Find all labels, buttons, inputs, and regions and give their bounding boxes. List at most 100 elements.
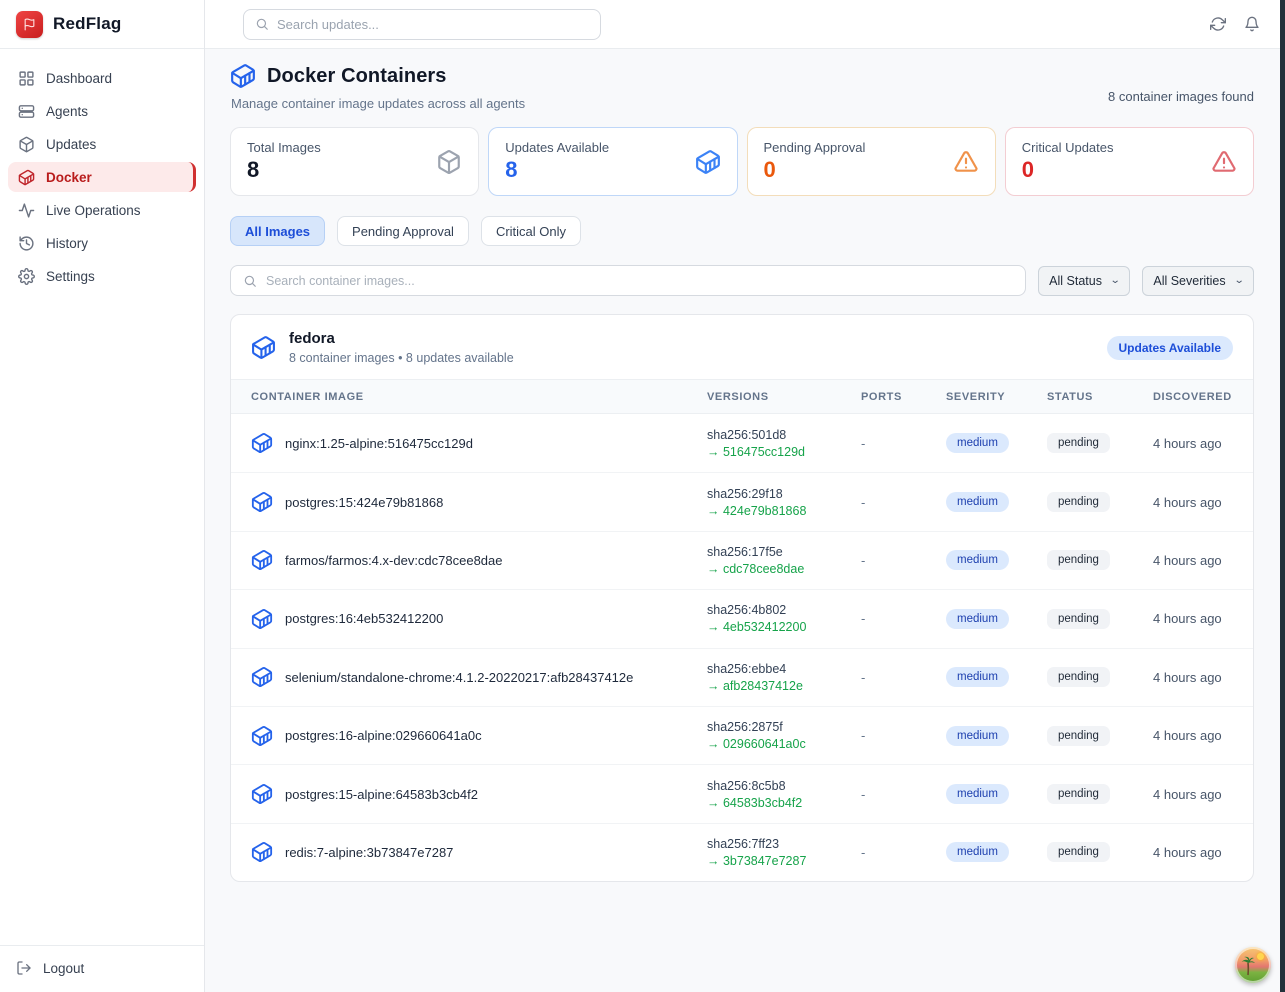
palm-tree-icon [1240, 954, 1258, 976]
container-icon [251, 335, 276, 360]
version-current: sha256:17f5e [707, 545, 861, 559]
filter-tabs: All Images Pending Approval Critical Only [230, 216, 1254, 246]
version-target: → 029660641a0c [707, 737, 861, 751]
version-target: → 516475cc129d [707, 445, 861, 459]
container-icon [251, 841, 273, 863]
version-target: → afb28437412e [707, 679, 861, 693]
logout-icon [16, 960, 32, 976]
container-image-name: postgres:16-alpine:029660641a0c [285, 728, 482, 743]
table-row[interactable]: postgres:15-alpine:64583b3cb4f2 sha256:8… [231, 764, 1253, 822]
refresh-button[interactable] [1210, 16, 1226, 32]
logout-button[interactable]: Logout [16, 960, 188, 976]
table-row[interactable]: postgres:16-alpine:029660641a0c sha256:2… [231, 706, 1253, 764]
status-filter-label: All Status [1049, 274, 1102, 288]
discovered-value: 4 hours ago [1153, 553, 1233, 568]
column-header-discovered: DISCOVERED [1153, 391, 1233, 403]
brand: RedFlag [0, 0, 204, 49]
severity-filter-select[interactable]: All Severities ⌄ [1142, 266, 1254, 296]
image-group-card: fedora 8 container images • 8 updates av… [230, 314, 1254, 882]
notifications-button[interactable] [1244, 16, 1260, 32]
filter-tab-pending-approval[interactable]: Pending Approval [337, 216, 469, 246]
page-title: Docker Containers [267, 65, 447, 88]
brand-name: RedFlag [53, 14, 121, 34]
table-row[interactable]: nginx:1.25-alpine:516475cc129d sha256:50… [231, 414, 1253, 472]
stat-value: 0 [764, 158, 866, 182]
severity-badge: medium [946, 609, 1009, 629]
search-row: All Status ⌄ All Severities ⌄ [230, 265, 1254, 296]
image-search-input[interactable] [266, 274, 1013, 288]
table-row[interactable]: postgres:16:4eb532412200 sha256:4b802 → … [231, 589, 1253, 647]
images-found-count: 8 container images found [1108, 63, 1254, 104]
stat-card-critical-updates: Critical Updates 0 [1005, 127, 1254, 196]
flag-icon [23, 18, 36, 31]
severity-badge: medium [946, 550, 1009, 570]
sidebar-item-updates[interactable]: Updates [8, 129, 196, 159]
dashboard-icon [18, 70, 35, 87]
version-current: sha256:2875f [707, 720, 861, 734]
version-target: → cdc78cee8dae [707, 562, 861, 576]
stat-value: 0 [1022, 158, 1114, 182]
version-current: sha256:7ff23 [707, 837, 861, 851]
page-scrollbar[interactable] [1280, 0, 1285, 992]
updates-available-badge: Updates Available [1107, 336, 1233, 360]
search-icon [255, 17, 269, 31]
severity-badge: medium [946, 784, 1009, 804]
gear-icon [18, 268, 35, 285]
severity-badge: medium [946, 667, 1009, 687]
sidebar-item-history[interactable]: History [8, 228, 196, 258]
table-row[interactable]: selenium/standalone-chrome:4.1.2-2022021… [231, 648, 1253, 706]
status-badge: pending [1047, 433, 1110, 453]
activity-icon [18, 202, 35, 219]
container-image-name: nginx:1.25-alpine:516475cc129d [285, 436, 473, 451]
stat-label: Total Images [247, 140, 321, 155]
chevron-down-icon: ⌄ [1233, 275, 1244, 286]
status-badge: pending [1047, 784, 1110, 804]
table-row[interactable]: farmos/farmos:4.x-dev:cdc78cee8dae sha25… [231, 531, 1253, 589]
table-row[interactable]: postgres:15:424e79b81868 sha256:29f18 → … [231, 472, 1253, 530]
stat-card-total-images: Total Images 8 [230, 127, 479, 196]
ports-value: - [861, 611, 946, 626]
ports-value: - [861, 787, 946, 802]
severity-badge: medium [946, 726, 1009, 746]
global-search[interactable] [243, 9, 601, 40]
alert-triangle-icon [1211, 149, 1237, 175]
status-badge: pending [1047, 492, 1110, 512]
version-current: sha256:501d8 [707, 428, 861, 442]
docker-icon [230, 63, 256, 89]
container-image-name: selenium/standalone-chrome:4.1.2-2022021… [285, 670, 633, 685]
status-filter-select[interactable]: All Status ⌄ [1038, 266, 1130, 296]
table-body: nginx:1.25-alpine:516475cc129d sha256:50… [231, 414, 1253, 881]
discovered-value: 4 hours ago [1153, 495, 1233, 510]
stat-card-updates-available: Updates Available 8 [488, 127, 737, 196]
version-target: → 424e79b81868 [707, 504, 861, 518]
sidebar-item-live-operations[interactable]: Live Operations [8, 195, 196, 225]
column-header-container-image: CONTAINER IMAGE [251, 391, 707, 403]
stat-card-pending-approval: Pending Approval 0 [747, 127, 996, 196]
sidebar-item-settings[interactable]: Settings [8, 261, 196, 291]
agents-icon [18, 103, 35, 120]
search-icon [243, 274, 257, 288]
container-image-name: postgres:15:424e79b81868 [285, 495, 443, 510]
image-search[interactable] [230, 265, 1026, 296]
island-extension-button[interactable] [1235, 947, 1271, 983]
sidebar-item-docker[interactable]: Docker [8, 162, 196, 192]
group-meta: 8 container images • 8 updates available [289, 351, 514, 365]
status-badge: pending [1047, 667, 1110, 687]
version-current: sha256:4b802 [707, 603, 861, 617]
logout-label: Logout [43, 961, 84, 976]
sidebar-item-dashboard[interactable]: Dashboard [8, 63, 196, 93]
status-badge: pending [1047, 609, 1110, 629]
sidebar-item-agents[interactable]: Agents [8, 96, 196, 126]
topbar [205, 0, 1280, 49]
column-header-ports: PORTS [861, 391, 946, 403]
stat-value: 8 [505, 158, 609, 182]
filter-tab-all-images[interactable]: All Images [230, 216, 325, 246]
version-current: sha256:8c5b8 [707, 779, 861, 793]
global-search-input[interactable] [277, 17, 589, 32]
topbar-actions [1210, 16, 1260, 32]
version-current: sha256:29f18 [707, 487, 861, 501]
filter-tab-critical-only[interactable]: Critical Only [481, 216, 581, 246]
table-row[interactable]: redis:7-alpine:3b73847e7287 sha256:7ff23… [231, 823, 1253, 881]
container-icon [251, 666, 273, 688]
status-badge: pending [1047, 842, 1110, 862]
